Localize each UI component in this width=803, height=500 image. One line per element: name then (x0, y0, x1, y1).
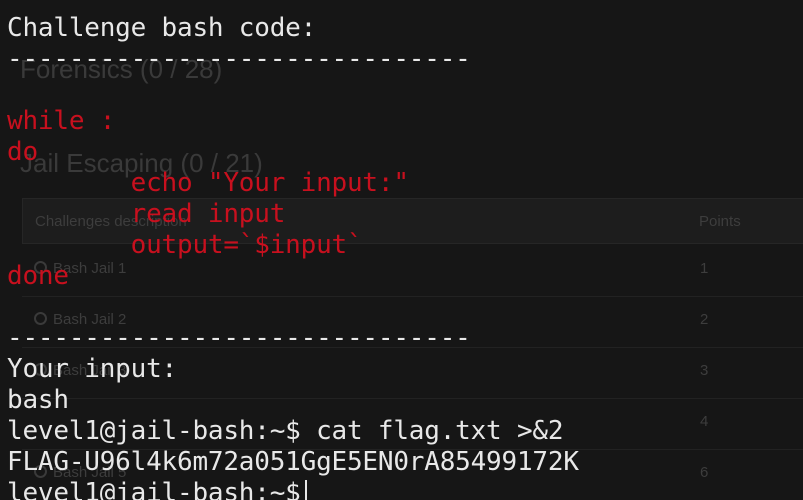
code-line-done: done (7, 261, 69, 291)
user-input-line: bash (7, 385, 69, 415)
code-line-echo: echo "Your input:" (7, 168, 409, 198)
shell-prompt: level1@jail-bash:~$ (7, 478, 301, 500)
code-line-read: read input (7, 199, 286, 229)
command-line: level1@jail-bash:~$ cat flag.txt >&2 (7, 416, 564, 446)
flag-output: FLAG-U96l4k6m72a051GgE5EN0rA85499172K (7, 447, 579, 477)
code-line-while: while : (7, 106, 116, 136)
separator-top: ------------------------------ (7, 44, 471, 74)
terminal-output[interactable]: Challenge bash code: -------------------… (0, 0, 803, 500)
challenge-header: Challenge bash code: (7, 13, 317, 43)
code-line-do: do (7, 137, 38, 167)
screen: Forensics (0 / 28) Jail Escaping (0 / 21… (0, 0, 803, 500)
code-line-output: output=`$input` (7, 230, 363, 260)
current-prompt-line[interactable]: level1@jail-bash:~$ (7, 478, 307, 500)
separator-bottom: ------------------------------ (7, 323, 471, 353)
input-prompt-label: Your input: (7, 354, 177, 384)
text-cursor (304, 480, 307, 500)
